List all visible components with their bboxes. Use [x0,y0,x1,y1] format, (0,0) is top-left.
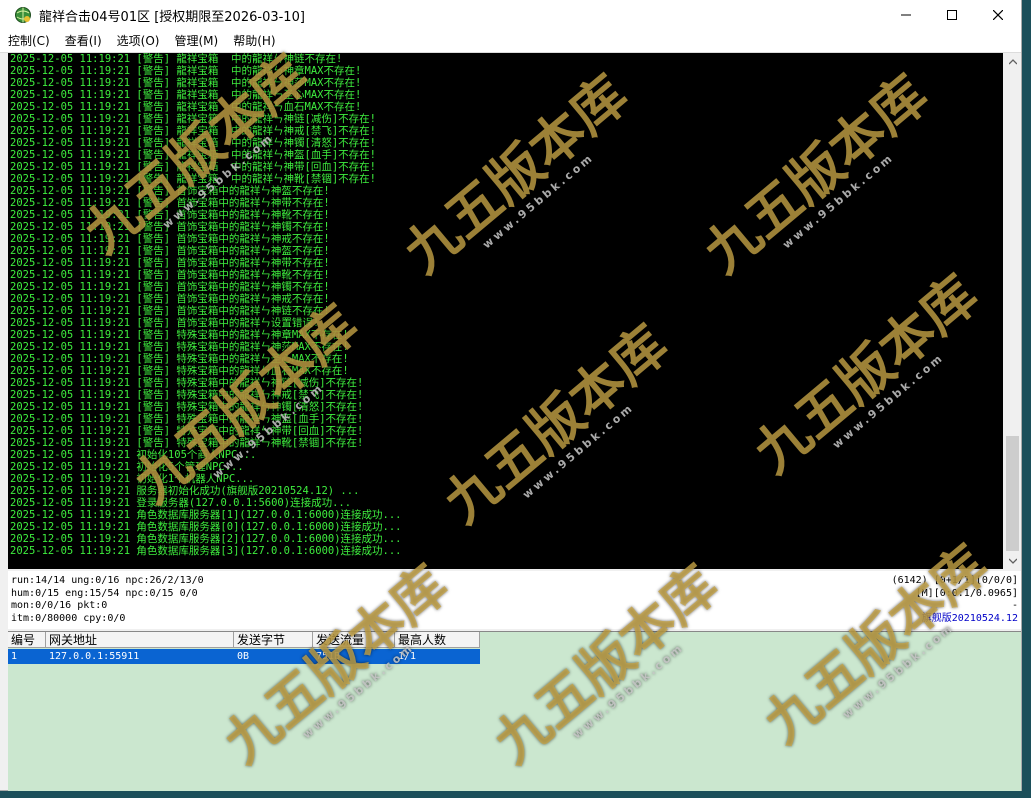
menu-help[interactable]: 帮助(H) [226,30,282,52]
log-line: 2025-12-05 11:19:21 [警告] 首饰宝箱中的龍祥ㄣ神镯不存在! [10,281,330,293]
status-line: [M][0:0:1/0.0965] [915,587,1018,599]
maximize-icon [947,10,957,20]
app-window: 龍祥合击04号01区 [授权期限至2026-03-10] 控制(C) 查看(I)… [0,0,1022,791]
log-line: 2025-12-05 11:19:21 初始化1个机器人NPC... [10,473,255,485]
log-line: 2025-12-05 11:19:21 [警告] 首饰宝箱中的龍祥ㄣ神靴不存在! [10,269,330,281]
log-line: 2025-12-05 11:19:21 [警告] 首饰宝箱中的龍祥ㄣ神戒不存在! [10,293,330,305]
table-row[interactable]: 1 127.0.0.1:55911 0B 751B 1/1 [8,649,480,664]
log-line: 2025-12-05 11:19:21 [警告] 龍祥宝箱 中的龍祥ㄣ神莎MAX… [10,77,362,89]
menu-options[interactable]: 选项(O) [110,30,167,52]
cell-bytes-sent: 0B [237,651,250,662]
log-line: 2025-12-05 11:19:21 [警告] 首饰宝箱中的龍祥ㄣ神盔不存在! [10,185,330,197]
log-console[interactable]: 2025-12-05 11:19:21 [警告] 龍祥宝箱 中的龍祥ㄣ神链不存在… [8,53,1003,569]
minimize-button[interactable] [883,0,929,30]
close-button[interactable] [975,0,1021,30]
column-header-gateway[interactable]: 网关地址 [46,632,234,648]
log-line: 2025-12-05 11:19:21 [警告] 首饰宝箱中的龍祥ㄣ神靴不存在! [10,209,330,221]
log-line: 2025-12-05 11:19:21 [警告] 龍祥宝箱 中的龍祥ㄣ神镯[清怒… [10,137,377,149]
gateway-table: 编号 网关地址 发送字节 发送流量 最高人数 1 127.0.0.1:55911… [8,631,1021,791]
log-line: 2025-12-05 11:19:21 服务器初始化成功(旗舰版20210524… [10,485,360,497]
log-line: 2025-12-05 11:19:21 [警告] 首饰宝箱中的龍祥ㄣ神链不存在! [10,305,330,317]
log-scrollbar[interactable] [1004,53,1021,569]
log-line: 2025-12-05 11:19:21 初始化105个商人NPC... [10,449,257,461]
log-line: 2025-12-05 11:19:21 [警告] 首饰宝箱中的龍祥ㄣ神戒不存在! [10,233,330,245]
log-line: 2025-12-05 11:19:21 [警告] 首饰宝箱中的龍祥ㄣ设置错误! [10,317,320,329]
log-line: 2025-12-05 11:19:21 [警告] 龍祥宝箱 中的龍祥ㄣ神链[减伤… [10,113,377,125]
menu-control[interactable]: 控制(C) [1,30,57,52]
log-line: 2025-12-05 11:19:21 [警告] 龍祥宝箱 中的龍祥ㄣ神盔[血手… [10,149,377,161]
log-line: 2025-12-05 11:19:21 角色数据库服务器[1](127.0.0.… [10,509,402,521]
cell-id: 1 [11,651,18,662]
scroll-up-button[interactable] [1004,53,1021,70]
log-line: 2025-12-05 11:19:21 登录服务器(127.0.0.1:5600… [10,497,352,509]
version-label: 旗舰版20210524.12 [921,612,1018,624]
log-line: 2025-12-05 11:19:21 [警告] 首饰宝箱中的龍祥ㄣ神盔不存在! [10,245,330,257]
menu-bar: 控制(C) 查看(I) 选项(O) 管理(M) 帮助(H) [0,30,1021,53]
log-line: 2025-12-05 11:19:21 [警告] 特殊宝箱中的龍祥ㄣ神带[回血]… [10,425,364,437]
app-globe-icon [15,7,31,23]
log-line: 2025-12-05 11:19:21 [警告] 特殊宝箱中的龍祥ㄣ神镯[清怒]… [10,401,364,413]
scroll-thumb[interactable] [1006,436,1019,551]
window-title: 龍祥合击04号01区 [授权期限至2026-03-10] [39,9,305,25]
log-line: 2025-12-05 11:19:21 [警告] 首饰宝箱中的龍祥ㄣ神带不存在! [10,257,330,269]
status-line: hum:0/15 eng:15/54 npc:0/15 0/0 [11,587,198,599]
column-header-id[interactable]: 编号 [8,632,46,648]
cell-gateway: 127.0.0.1:55911 [49,651,140,662]
maximize-button[interactable] [929,0,975,30]
log-line: 2025-12-05 11:19:21 [警告] 特殊宝箱中的龍祥ㄣ血石MAX不… [10,365,349,377]
minimize-icon [901,14,911,16]
status-line: - [1011,600,1018,611]
log-line: 2025-12-05 11:19:21 初始化5个管理NPC... [10,461,244,473]
log-line: 2025-12-05 11:19:21 [警告] 特殊宝箱中的龍祥ㄣ神戒[禁飞]… [10,389,364,401]
log-line: 2025-12-05 11:19:21 角色数据库服务器[3](127.0.0.… [10,545,402,557]
title-bar[interactable]: 龍祥合击04号01区 [授权期限至2026-03-10] [0,0,1021,30]
log-line: 2025-12-05 11:19:21 [警告] 龍祥宝箱 中的龍祥ㄣ神带[回血… [10,161,377,173]
status-left: run:14/14 ung:0/16 npc:26/2/13/0 hum:0/1… [11,575,204,625]
chevron-up-icon [1008,58,1017,64]
log-line: 2025-12-05 11:19:21 [警告] 龍祥宝箱 中的龍祥ㄣ圣心MAX… [10,89,362,101]
chevron-down-icon [1008,558,1017,564]
scroll-down-button[interactable] [1004,552,1021,569]
log-line: 2025-12-05 11:19:21 [警告] 特殊宝箱中的龍祥ㄣ神章MAX不… [10,329,349,341]
log-line: 2025-12-05 11:19:21 [警告] 首饰宝箱中的龍祥ㄣ神带不存在! [10,197,330,209]
log-line: 2025-12-05 11:19:21 [警告] 特殊宝箱中的龍祥ㄣ神靴[禁锢]… [10,437,364,449]
status-line: mon:0/0/16 pkt:0 [11,600,108,611]
log-line: 2025-12-05 11:19:21 [警告] 龍祥宝箱 中的龍祥ㄣ神戒[禁飞… [10,125,377,137]
menu-manage[interactable]: 管理(M) [167,30,225,52]
status-line: (6142) [0+1/1][0/0/0] [891,575,1018,586]
table-header: 编号 网关地址 发送字节 发送流量 最高人数 [8,632,480,648]
menu-view[interactable]: 查看(I) [58,30,109,52]
log-line: 2025-12-05 11:19:21 [警告] 特殊宝箱中的龍祥ㄣ圣心MAX不… [10,353,349,365]
log-line: 2025-12-05 11:19:21 [警告] 龍祥宝箱 中的龍祥ㄣ神链不存在… [10,53,343,65]
log-line: 2025-12-05 11:19:21 [警告] 龍祥宝箱 中的龍祥ㄣ神靴[禁锢… [10,173,377,185]
log-line: 2025-12-05 11:19:21 [警告] 特殊宝箱中的龍祥ㄣ神链[减伤]… [10,377,364,389]
cell-traffic-sent: 751B [316,651,341,662]
status-line: itm:0/80000 cpy:0/0 [11,612,126,624]
log-line: 2025-12-05 11:19:21 [警告] 首饰宝箱中的龍祥ㄣ神镯不存在! [10,221,330,233]
log-line: 2025-12-05 11:19:21 角色数据库服务器[2](127.0.0.… [10,533,402,545]
column-header-traffic-sent[interactable]: 发送流量 [313,632,395,648]
log-line: 2025-12-05 11:19:21 [警告] 特殊宝箱中的龍祥ㄣ神盔[血手]… [10,413,364,425]
status-right: (6142) [0+1/1][0/0/0] [M][0:0:1/0.0965] … [892,575,1018,625]
status-line: run:14/14 ung:0/16 npc:26/2/13/0 [11,575,204,586]
close-icon [993,10,1003,20]
cell-max-users: 1/1 [398,651,417,662]
status-panel: run:14/14 ung:0/16 npc:26/2/13/0 hum:0/1… [8,571,1021,629]
log-line: 2025-12-05 11:19:21 角色数据库服务器[0](127.0.0.… [10,521,402,533]
log-line: 2025-12-05 11:19:21 [警告] 特殊宝箱中的龍祥ㄣ神莎MAX不… [10,341,349,353]
log-line: 2025-12-05 11:19:21 [警告] 龍祥宝箱 中的龍祥ㄣ神章MAX… [10,65,362,77]
column-header-bytes-sent[interactable]: 发送字节 [234,632,313,648]
column-header-max-users[interactable]: 最高人数 [395,632,480,648]
log-line: 2025-12-05 11:19:21 [警告] 龍祥宝箱 中的龍祥ㄣ血石MAX… [10,101,362,113]
